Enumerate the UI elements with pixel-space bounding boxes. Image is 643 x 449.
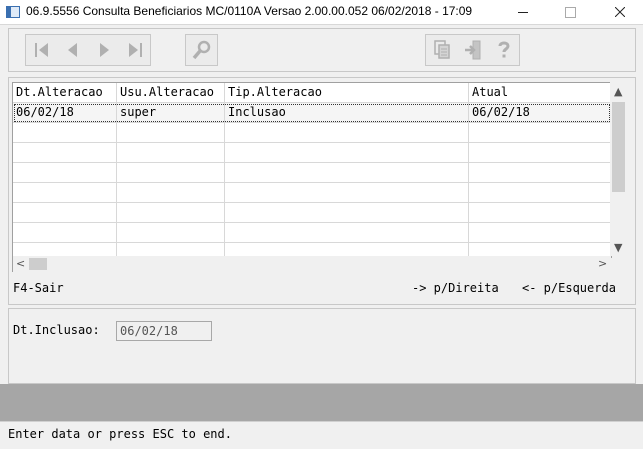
status-message: Enter data or press ESC to end. — [8, 427, 232, 441]
zoom-search-button[interactable] — [186, 35, 217, 65]
scroll-up-icon[interactable]: ▲ — [614, 86, 622, 97]
minimize-button[interactable] — [500, 0, 546, 24]
previous-record-button[interactable] — [57, 35, 88, 65]
first-record-icon — [32, 40, 52, 60]
inclusion-date-label: Dt.Inclusao: — [13, 323, 100, 337]
horizontal-scroll-thumb[interactable] — [29, 258, 47, 270]
empty-row — [13, 163, 611, 183]
column-header-dt-alteracao[interactable]: Dt.Alteracao — [13, 83, 117, 102]
help-button[interactable] — [488, 35, 519, 65]
scroll-right-icon[interactable]: > — [598, 258, 607, 269]
status-bar: Enter data or press ESC to end. — [0, 421, 643, 449]
empty-row — [13, 123, 611, 143]
empty-row — [13, 223, 611, 243]
cell-tip-alteracao: Inclusao — [225, 103, 469, 122]
search-group — [185, 34, 218, 66]
scroll-left-icon[interactable]: < — [16, 258, 25, 269]
cell-dt-alteracao: 06/02/18 — [13, 103, 117, 122]
maximize-button[interactable] — [547, 0, 593, 24]
empty-row — [13, 203, 611, 223]
message-area — [0, 384, 643, 421]
exit-door-icon — [463, 39, 483, 61]
last-record-icon — [125, 40, 145, 60]
inclusion-date-field[interactable]: 06/02/18 — [116, 321, 212, 341]
last-record-button[interactable] — [119, 35, 150, 65]
scroll-left-hint: <- p/Esquerda — [522, 281, 616, 295]
next-record-button[interactable] — [88, 35, 119, 65]
previous-record-icon — [63, 40, 83, 60]
close-button[interactable] — [597, 0, 643, 24]
table-row[interactable]: 06/02/18 super Inclusao 06/02/18 — [13, 103, 611, 123]
close-icon — [615, 7, 625, 17]
window-title: 06.9.5556 Consulta Beneficiarios MC/0110… — [26, 4, 472, 18]
empty-row — [13, 183, 611, 203]
app-window-icon — [6, 6, 20, 18]
copy-icon — [432, 39, 452, 61]
actions-group — [425, 34, 520, 66]
cell-usu-alteracao: super — [117, 103, 225, 122]
table-header-row: Dt.Alteracao Usu.Alteracao Tip.Alteracao… — [13, 83, 611, 103]
copy-button[interactable] — [426, 35, 457, 65]
history-table: Dt.Alteracao Usu.Alteracao Tip.Alteracao… — [12, 82, 612, 258]
cell-atual: 06/02/18 — [469, 103, 611, 122]
vertical-scroll-thumb[interactable] — [612, 102, 625, 192]
next-record-icon — [94, 40, 114, 60]
toolbar — [8, 28, 636, 72]
empty-row — [13, 143, 611, 163]
vertical-scrollbar[interactable]: ▲ ▼ — [610, 82, 627, 256]
history-panel: Dt.Alteracao Usu.Alteracao Tip.Alteracao… — [8, 77, 636, 305]
scroll-down-icon[interactable]: ▼ — [614, 242, 622, 253]
scroll-right-hint: -> p/Direita — [412, 281, 499, 295]
title-bar: 06.9.5556 Consulta Beneficiarios MC/0110… — [0, 0, 643, 25]
help-question-icon — [494, 39, 514, 61]
zoom-search-icon — [191, 39, 213, 61]
column-header-usu-alteracao[interactable]: Usu.Alteracao — [117, 83, 225, 102]
column-header-atual[interactable]: Atual — [469, 83, 611, 102]
exit-button[interactable] — [457, 35, 488, 65]
exit-hint: F4-Sair — [13, 281, 64, 295]
record-navigation-group — [25, 34, 151, 66]
horizontal-scrollbar[interactable]: < > — [12, 256, 611, 272]
first-record-button[interactable] — [26, 35, 57, 65]
detail-panel: Dt.Inclusao: 06/02/18 — [8, 308, 636, 384]
column-header-tip-alteracao[interactable]: Tip.Alteracao — [225, 83, 469, 102]
